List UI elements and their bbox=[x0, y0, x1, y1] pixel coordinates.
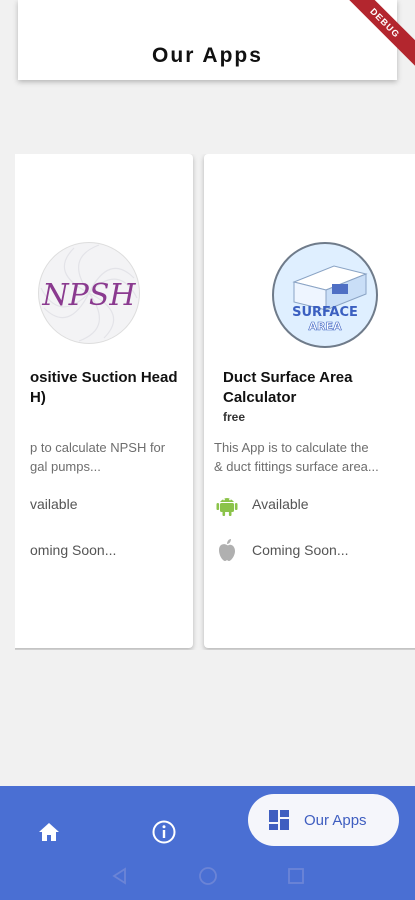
android-availability[interactable]: Available bbox=[214, 490, 309, 518]
surface-area-app-logo: SURFACE AREA bbox=[272, 242, 378, 348]
android-availability[interactable]: vailable bbox=[18, 490, 77, 518]
svg-text:NPSH: NPSH bbox=[41, 278, 136, 313]
ios-status-label: Coming Soon... bbox=[252, 542, 349, 558]
android-icon bbox=[214, 490, 240, 518]
apps-carousel[interactable]: NPSH ositive Suction Head H) p to calcul… bbox=[15, 154, 415, 650]
app-header: Our Apps bbox=[18, 0, 397, 80]
app-desc-line-2: gal pumps... bbox=[30, 459, 101, 474]
ios-status-label: oming Soon... bbox=[30, 542, 117, 558]
app-title: ositive Suction Head H) bbox=[30, 368, 178, 408]
recents-square-icon bbox=[287, 868, 304, 884]
home-icon bbox=[39, 823, 59, 841]
app-description: This App is to calculate the & duct fitt… bbox=[214, 438, 379, 476]
npsh-app-logo: NPSH bbox=[38, 242, 140, 344]
back-triangle-icon bbox=[111, 867, 126, 885]
app-price: free bbox=[223, 410, 246, 424]
page-title: Our Apps bbox=[152, 44, 263, 67]
app-title-line-1: Duct Surface Area bbox=[223, 369, 353, 386]
app-card-duct-surface-area[interactable]: SURFACE AREA Duct Surface Area Calculato… bbox=[204, 154, 415, 648]
app-desc-line-1: p to calculate NPSH for bbox=[30, 440, 166, 455]
fan-swirl-icon: NPSH bbox=[40, 244, 138, 342]
apple-icon bbox=[214, 536, 240, 564]
android-status-label: vailable bbox=[30, 496, 78, 512]
app-description: p to calculate NPSH for gal pumps... bbox=[30, 438, 165, 476]
app-title-line-1: ositive Suction Head bbox=[30, 369, 178, 386]
app-title: Duct Surface Area Calculator bbox=[223, 368, 353, 408]
app-desc-line-1: This App is to calculate the bbox=[214, 440, 369, 455]
system-navigation-bar bbox=[0, 852, 415, 900]
nav-our-apps-label: Our Apps bbox=[304, 811, 367, 829]
svg-text:AREA: AREA bbox=[308, 320, 341, 333]
ios-availability: oming Soon... bbox=[18, 536, 116, 564]
android-status-label: Available bbox=[252, 496, 309, 512]
app-card-npsh[interactable]: NPSH ositive Suction Head H) p to calcul… bbox=[15, 154, 193, 648]
home-circle-icon bbox=[198, 867, 217, 885]
app-desc-line-2: & duct fittings surface area... bbox=[214, 459, 379, 474]
apps-grid-icon bbox=[269, 810, 289, 830]
svg-text:SURFACE: SURFACE bbox=[292, 305, 358, 320]
system-home-button[interactable] bbox=[164, 865, 252, 887]
app-title-line-2: Calculator bbox=[223, 389, 297, 406]
app-title-line-2: H) bbox=[30, 389, 46, 406]
nav-our-apps-button[interactable]: Our Apps bbox=[248, 794, 399, 846]
ios-availability: Coming Soon... bbox=[214, 536, 349, 564]
info-icon bbox=[152, 820, 176, 844]
system-recents-button[interactable] bbox=[252, 866, 340, 886]
system-back-button[interactable] bbox=[76, 866, 164, 886]
duct-illustration-icon: SURFACE AREA bbox=[292, 265, 368, 333]
